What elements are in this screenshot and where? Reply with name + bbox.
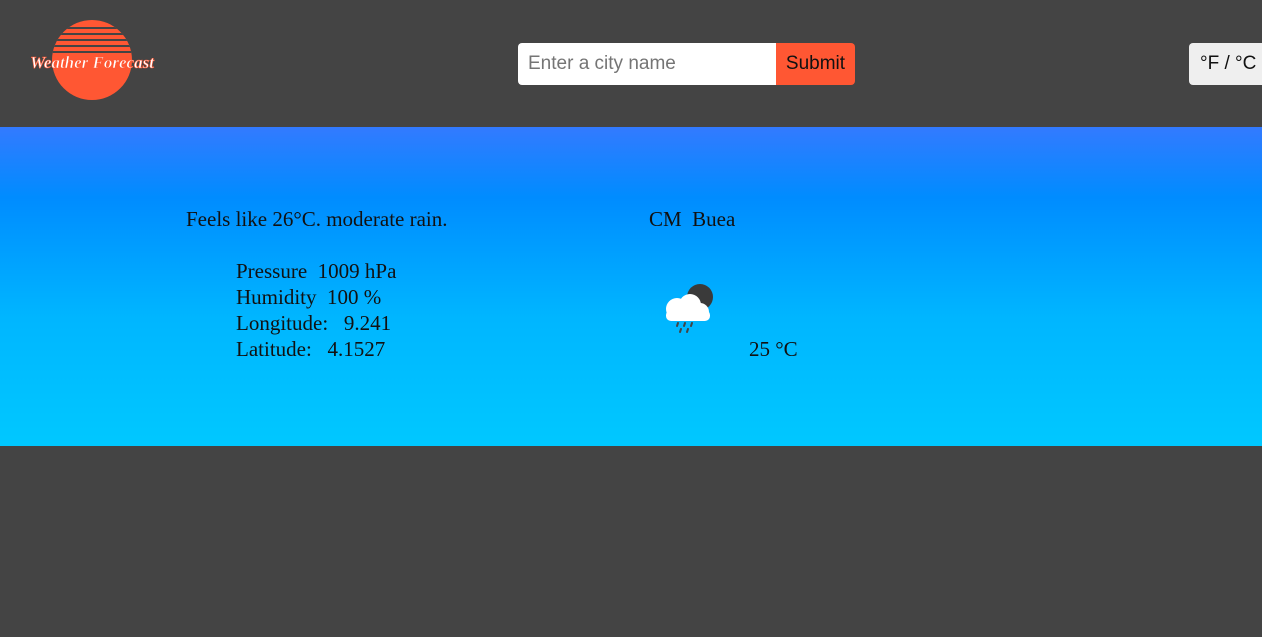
weather-panel: Feels like 26°C. moderate rain. Pressure… [0,127,1262,446]
logo-sun-icon: Weather Forecast [30,20,156,100]
logo-text: Weather Forecast [30,53,155,72]
city-search-input[interactable] [518,43,776,85]
unit-toggle-button[interactable]: °F / °C [1189,43,1262,85]
header: Weather Forecast Submit °F / °C [0,0,1262,127]
longitude-value: Longitude: 9.241 [236,311,392,335]
humidity-value: Humidity 100 % [236,285,382,309]
pressure-value: Pressure 1009 hPa [236,259,397,283]
weather-details: Pressure 1009 hPa Humidity 100 % Longitu… [236,258,396,362]
feels-like-description: Feels like 26°C. moderate rain. [186,207,448,231]
location-name: CM Buea [649,207,736,231]
weather-forecast-logo[interactable]: Weather Forecast [22,18,162,102]
city-search-form: Submit [518,43,855,85]
submit-button[interactable]: Submit [776,43,855,85]
temperature-value: 25 °C [749,337,798,361]
latitude-value: Latitude: 4.1527 [236,337,386,361]
rain-cloud-night-icon [660,281,718,335]
